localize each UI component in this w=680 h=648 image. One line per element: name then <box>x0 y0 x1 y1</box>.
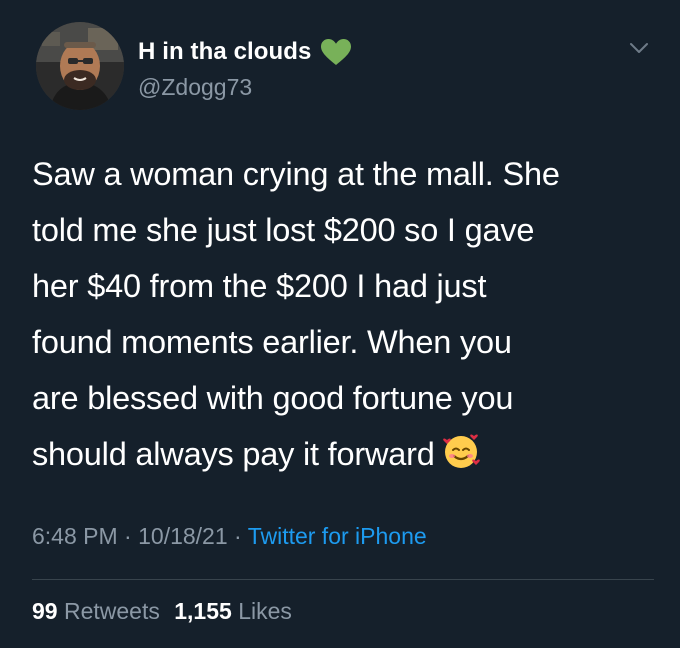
tweet-card: H in tha clouds @Zdogg73 Saw a woman cry… <box>0 0 680 648</box>
green-heart-icon <box>320 39 351 65</box>
tweet-line: found moments earlier. When you <box>32 324 512 360</box>
likes-label: Likes <box>238 598 292 624</box>
avatar[interactable] <box>36 22 124 110</box>
tweet-source-link[interactable]: Twitter for iPhone <box>248 523 427 549</box>
smiling-face-with-hearts-icon <box>442 434 480 468</box>
tweet-line: her $40 from the $200 I had just <box>32 268 487 304</box>
retweets-count: 99 <box>32 598 58 624</box>
display-name[interactable]: H in tha clouds <box>138 38 312 66</box>
likes-count: 1,155 <box>174 598 232 624</box>
user-handle[interactable]: @Zdogg73 <box>138 74 252 101</box>
divider <box>32 579 654 580</box>
avatar-photo <box>36 22 124 110</box>
tweet-line: are blessed with good fortune you <box>32 380 514 416</box>
chevron-down-icon <box>630 43 648 53</box>
tweet-line: Saw a woman crying at the mall. She <box>32 156 560 192</box>
meta-separator: · <box>234 523 242 549</box>
tweet-line: should always pay it forward <box>32 436 435 472</box>
display-name-row: H in tha clouds <box>138 35 352 69</box>
tweet-meta: 6:48 PM · 10/18/21 · Twitter for iPhone <box>32 523 427 550</box>
likes-stat[interactable]: 1,155 Likes <box>174 598 292 624</box>
tweet-text: Saw a woman crying at the mall. She told… <box>32 146 662 482</box>
meta-separator: · <box>124 523 132 549</box>
tweet-date[interactable]: 10/18/21 <box>138 523 228 549</box>
tweet-last-line: should always pay it forward <box>32 426 662 482</box>
tweet-time[interactable]: 6:48 PM <box>32 523 118 549</box>
tweet-stats: 99 Retweets 1,155 Likes <box>32 598 292 625</box>
retweets-label: Retweets <box>63 598 160 624</box>
tweet-line: told me she just lost $200 so I gave <box>32 212 535 248</box>
more-options-button[interactable] <box>624 36 654 60</box>
retweets-stat[interactable]: 99 Retweets <box>32 598 166 624</box>
